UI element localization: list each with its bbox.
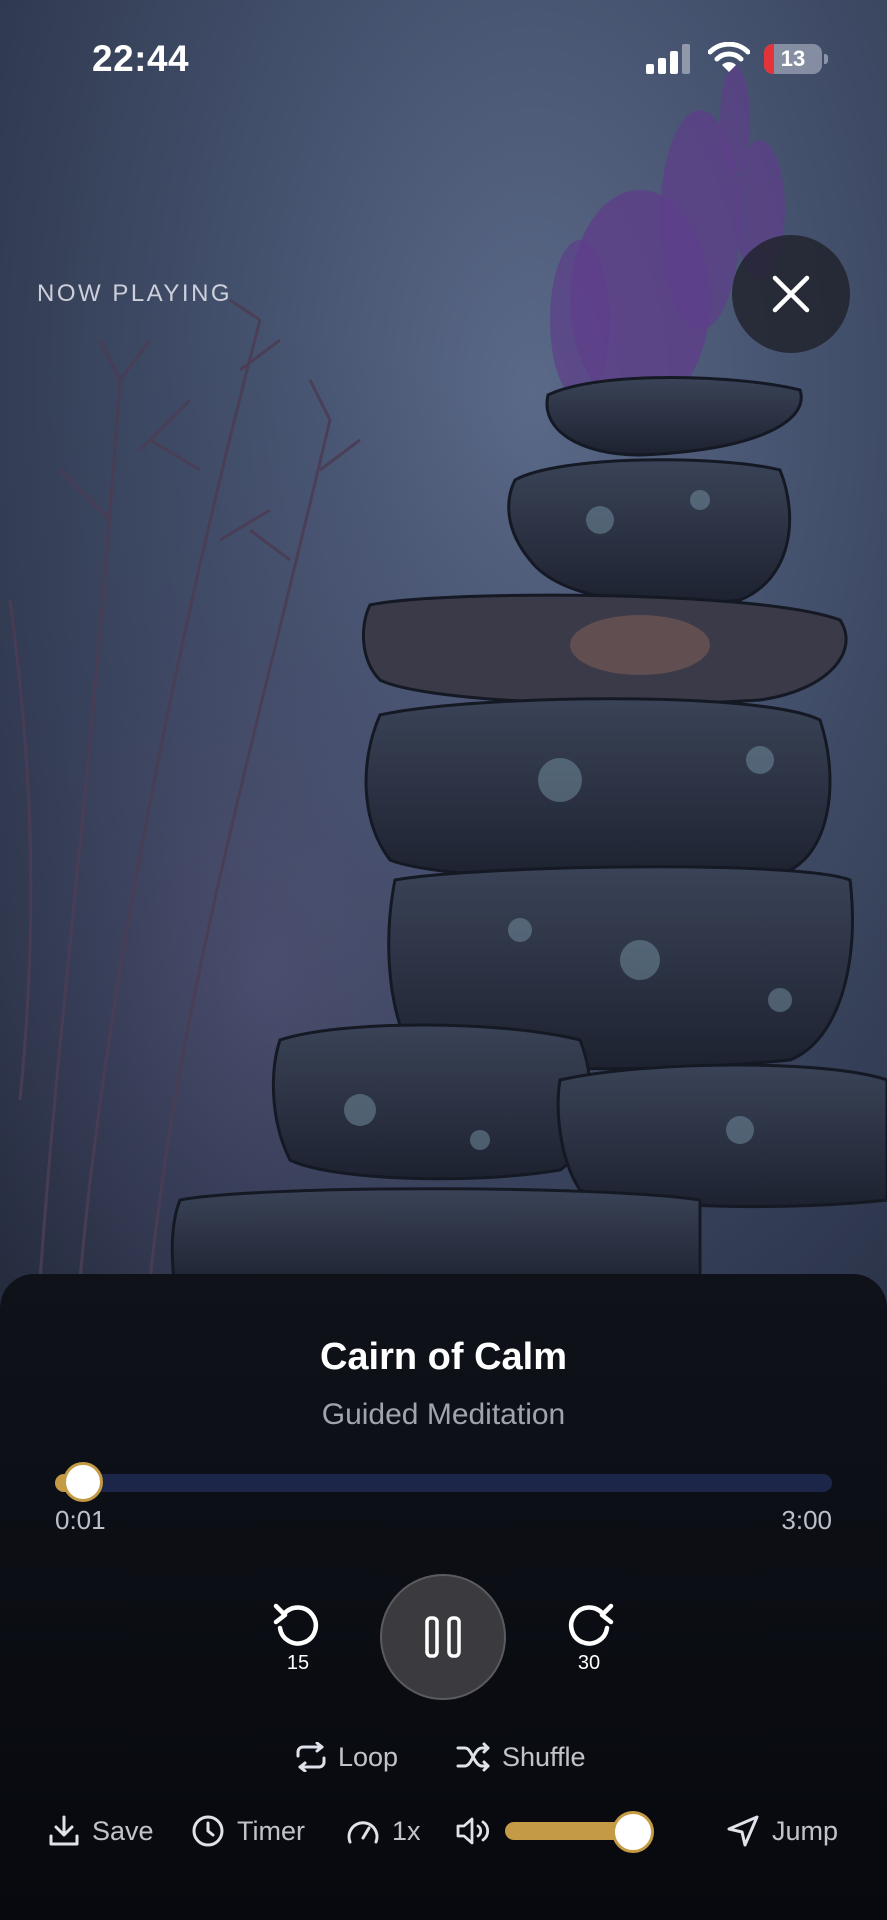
time-elapsed: 0:01 (55, 1505, 106, 1535)
cellular-signal-icon (646, 44, 690, 74)
volume-icon[interactable] (455, 1815, 493, 1847)
clock-icon (192, 1815, 224, 1847)
battery-cap (824, 54, 828, 64)
wifi-icon (708, 42, 750, 72)
jump-button[interactable]: Jump (726, 1810, 838, 1852)
shuffle-button[interactable]: Shuffle (456, 1736, 586, 1778)
shuffle-icon (456, 1742, 490, 1772)
timer-label: Timer (237, 1815, 305, 1846)
now-playing-label: NOW PLAYING (37, 280, 233, 307)
timer-button[interactable]: Timer (191, 1810, 305, 1852)
speed-label: 1x (392, 1815, 421, 1846)
speedometer-icon (347, 1821, 379, 1844)
battery-level: 13 (780, 46, 806, 71)
volume-thumb[interactable] (612, 1811, 654, 1853)
track-title: Cairn of Calm (319, 1336, 568, 1378)
cairn-illustration (0, 0, 887, 1300)
save-button[interactable]: Save (48, 1810, 154, 1852)
track-subtitle: Guided Meditation (321, 1398, 566, 1431)
close-button[interactable] (732, 235, 850, 353)
loop-icon (296, 1742, 326, 1772)
artwork-image (0, 0, 887, 1300)
fast-forward-icon (568, 1603, 614, 1646)
progress-bar[interactable] (55, 1474, 832, 1492)
jump-label: Jump (772, 1815, 839, 1846)
loop-label: Loop (338, 1741, 399, 1772)
rewind-icon (273, 1603, 319, 1646)
progress-thumb[interactable] (63, 1462, 103, 1502)
save-label: Save (92, 1815, 154, 1846)
download-icon (49, 1815, 79, 1846)
skip-forward-30-button[interactable]: 30 (559, 1600, 619, 1680)
shuffle-label: Shuffle (502, 1741, 586, 1772)
status-time: 22:44 (92, 38, 190, 79)
pause-icon (425, 1616, 461, 1658)
navigation-arrow-icon (727, 1815, 759, 1847)
pause-button[interactable] (380, 1574, 506, 1700)
playback-speed-button[interactable]: 1x (346, 1810, 421, 1852)
skip-forward-label: 30 (577, 1652, 601, 1674)
battery-indicator: 13 (764, 44, 822, 74)
skip-back-15-button[interactable]: 15 (268, 1600, 328, 1680)
loop-button[interactable]: Loop (294, 1736, 398, 1778)
skip-back-label: 15 (286, 1652, 310, 1674)
time-total: 3:00 (781, 1505, 832, 1535)
close-icon (772, 275, 810, 313)
status-bar: 22:44 13 (0, 0, 887, 110)
